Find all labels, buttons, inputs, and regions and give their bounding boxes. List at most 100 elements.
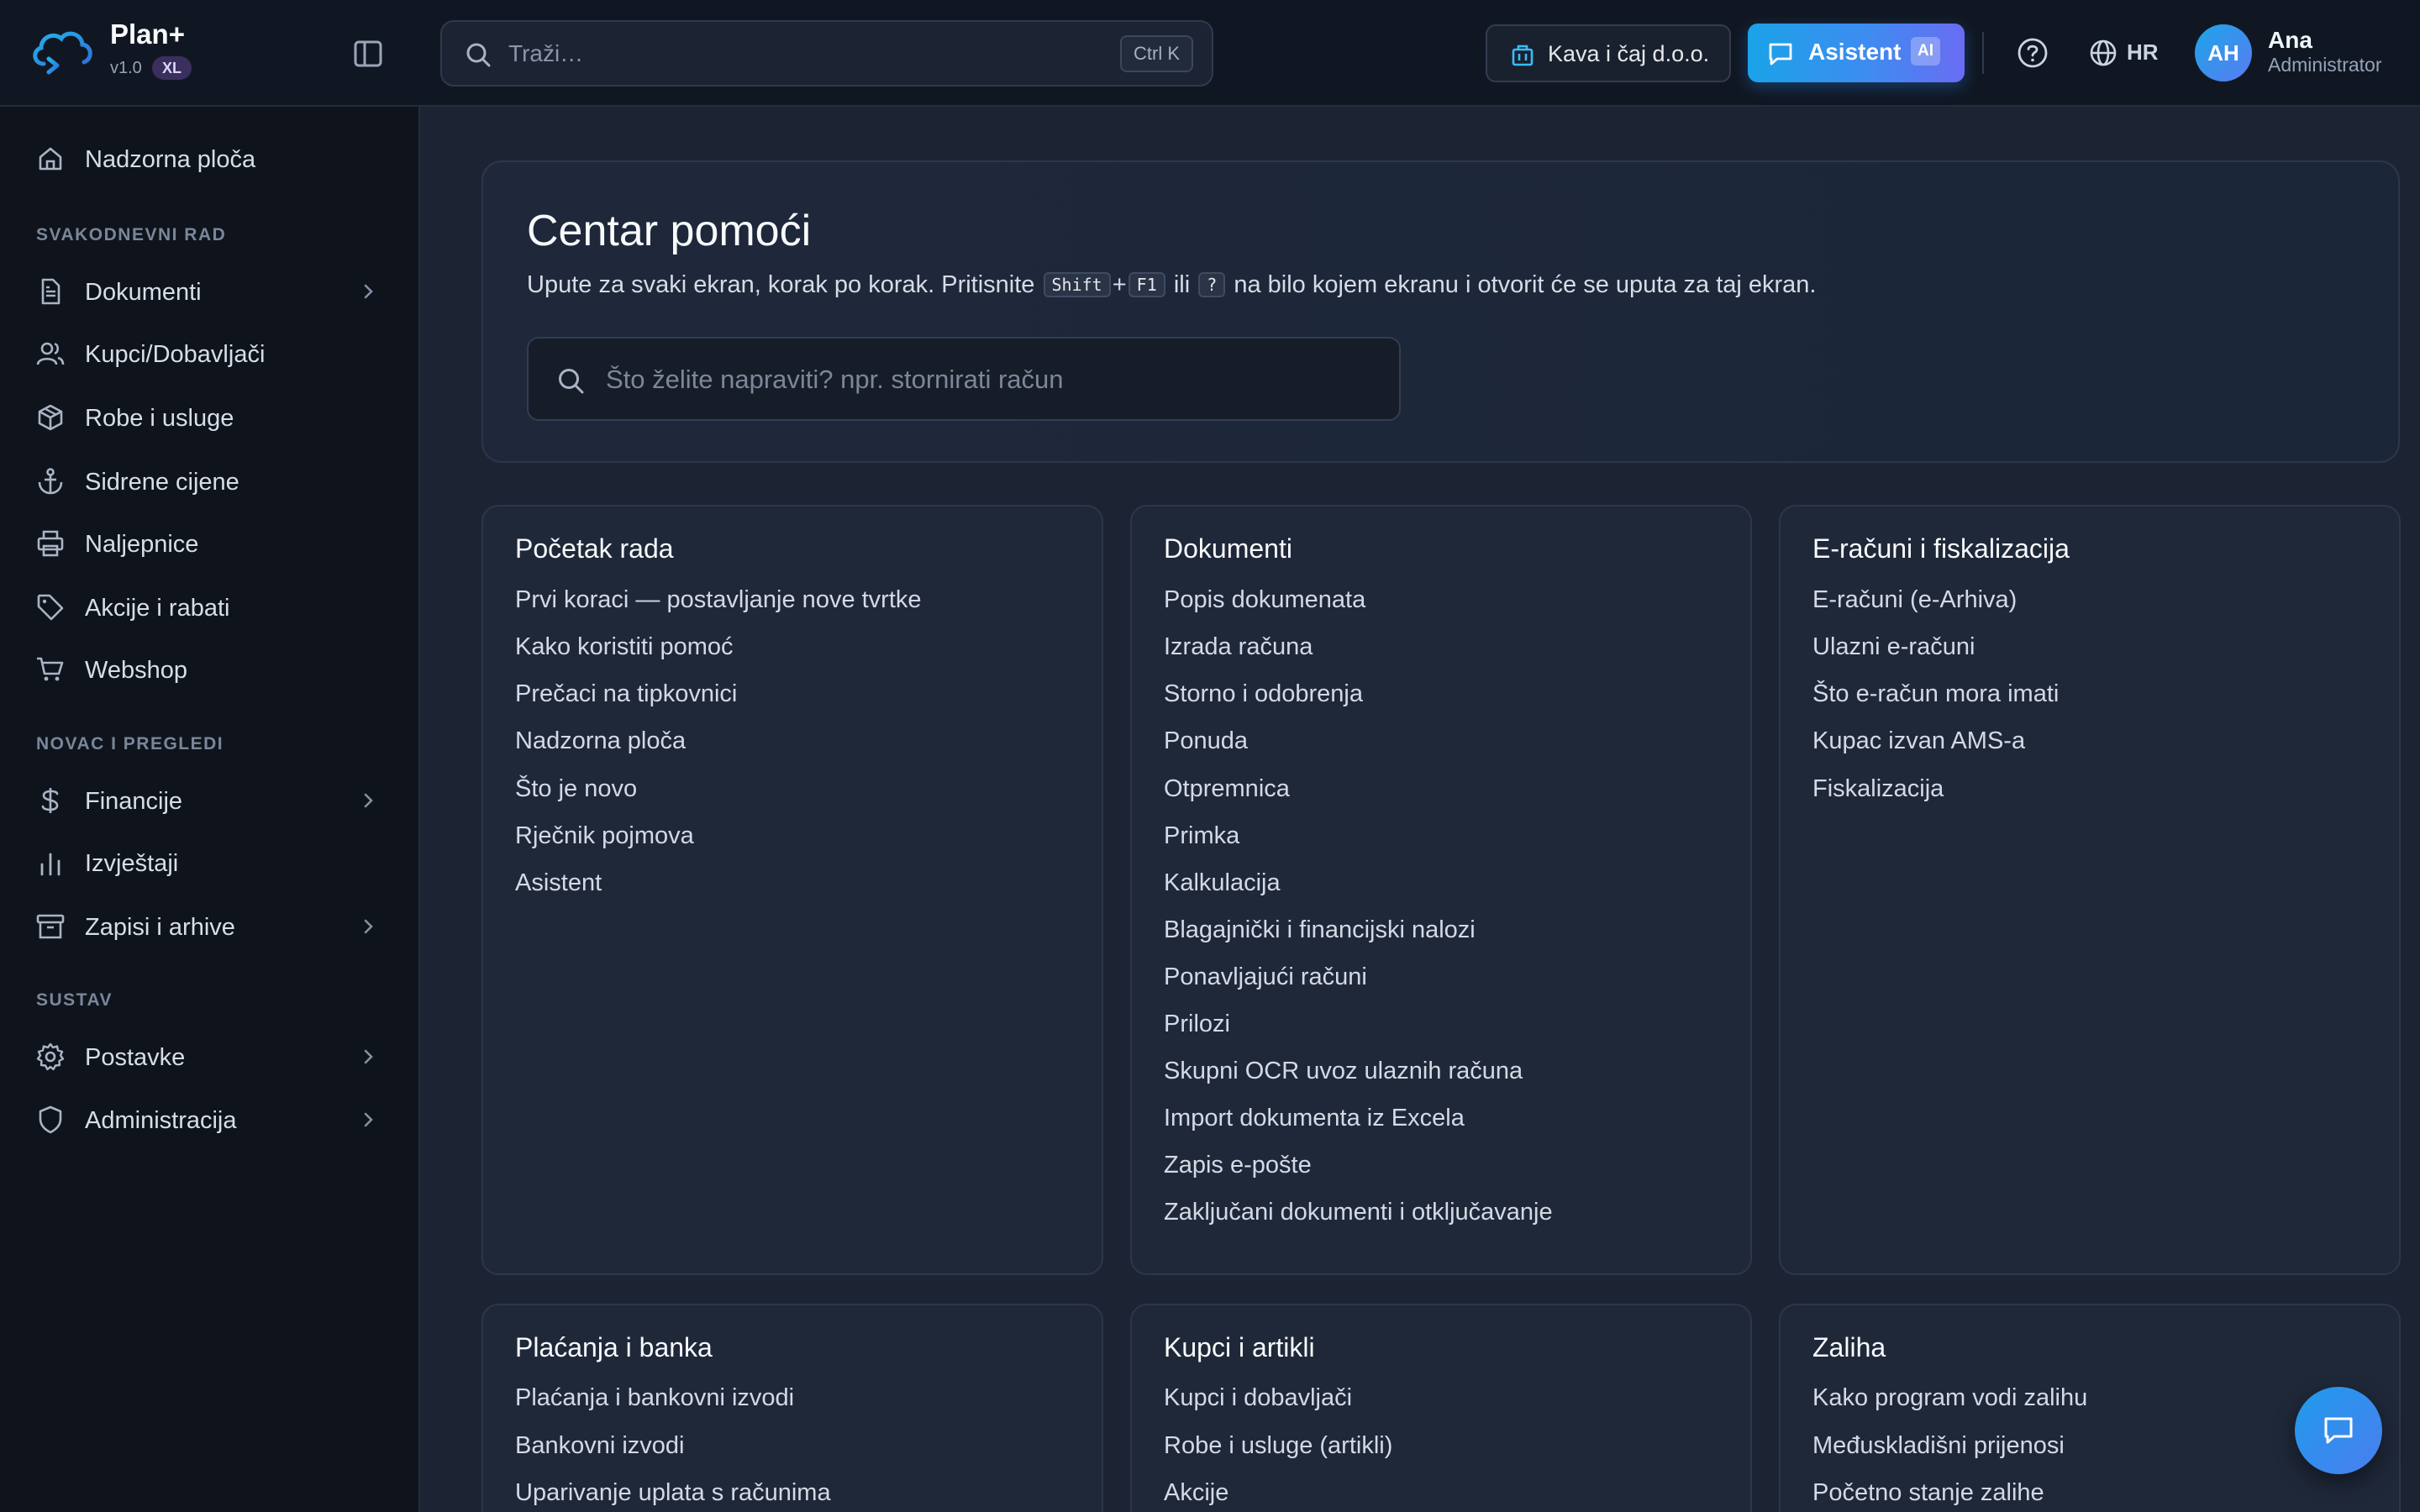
- subtitle-or: ili: [1173, 270, 1191, 298]
- tag-icon: [37, 594, 64, 621]
- help-link[interactable]: Ponavljajući računi: [1164, 963, 1367, 991]
- help-link[interactable]: Fiskalizacija: [1812, 775, 1944, 803]
- chat-icon: [1769, 43, 1792, 66]
- sidebar-item-customers-suppliers[interactable]: Kupci/Dobavljači: [20, 327, 390, 381]
- search-shortcut-hint: Ctrl K: [1120, 35, 1193, 72]
- sidebar-item-records-archives[interactable]: Zapisi i arhive: [20, 900, 390, 953]
- card-title: Plaćanja i banka: [515, 1332, 713, 1362]
- help-link[interactable]: Što e-račun mora imati: [1812, 680, 2059, 708]
- help-link[interactable]: Plaćanja i bankovni izvodi: [515, 1384, 794, 1412]
- sidebar-item-label: Webshop: [85, 657, 187, 684]
- chevron-right-icon: [364, 1049, 373, 1064]
- help-link[interactable]: Ulazni e-računi: [1812, 633, 1975, 661]
- cart-icon: [37, 657, 64, 681]
- help-link[interactable]: Što je novo: [515, 775, 637, 803]
- sidebar-item-label: Sidrene cijene: [85, 469, 239, 496]
- cloud-logo-icon: [33, 31, 92, 75]
- globe-icon: [2090, 39, 2117, 66]
- help-link[interactable]: Storno i odobrenja: [1164, 680, 1363, 708]
- help-link[interactable]: Asistent: [515, 869, 602, 897]
- help-link[interactable]: Nadzorna ploča: [515, 727, 686, 755]
- help-link[interactable]: E-računi (e-Arhiva): [1812, 586, 2017, 614]
- help-link[interactable]: Skupni OCR uvoz ulaznih računa: [1164, 1058, 1523, 1085]
- plan-badge: XL: [152, 56, 192, 80]
- top-bar: Plan+ v1.0 XL Traži… Ctrl K Kava i čaj d…: [0, 0, 2420, 107]
- search-icon: [466, 43, 491, 67]
- avatar[interactable]: AH: [2195, 24, 2252, 81]
- help-link[interactable]: Zaključani dokumenti i otključavanje: [1164, 1199, 1553, 1226]
- sidebar-section-title: SVAKODNEVNI RAD: [36, 225, 227, 244]
- help-link[interactable]: Otpremnica: [1164, 775, 1290, 803]
- sidebar-item-label: Nadzorna ploča: [85, 146, 256, 173]
- sidebar-item-label: Postavke: [85, 1044, 186, 1071]
- header-divider: [1982, 32, 1984, 74]
- help-link[interactable]: Kako program vodi zalihu: [1812, 1384, 2087, 1412]
- help-card-einvoices-fiscalization: E-računi i fiskalizacija E-računi (e-Arh…: [1779, 505, 2401, 1275]
- help-link[interactable]: Međuskladišni prijenosi: [1812, 1432, 2065, 1460]
- global-search-input[interactable]: Traži… Ctrl K: [440, 20, 1213, 87]
- users-icon: [36, 342, 65, 365]
- help-link[interactable]: Primka: [1164, 822, 1239, 850]
- home-icon: [39, 147, 62, 171]
- help-link[interactable]: Izrada računa: [1164, 633, 1313, 661]
- help-card-getting-started: Početak rada Prvi koraci — postavljanje …: [481, 505, 1103, 1275]
- sidebar: Nadzorna ploča SVAKODNEVNI RAD Dokumenti…: [0, 107, 420, 1512]
- company-switcher-button[interactable]: Kava i čaj d.o.o.: [1486, 24, 1731, 82]
- sidebar-toggle-icon[interactable]: [351, 37, 385, 71]
- card-title: Kupci i artikli: [1164, 1332, 1315, 1362]
- sidebar-item-anchor-prices[interactable]: Sidrene cijene: [20, 454, 390, 508]
- help-link[interactable]: Ponuda: [1164, 727, 1248, 755]
- help-link[interactable]: Popis dokumenata: [1164, 586, 1365, 614]
- chat-fab-button[interactable]: [2295, 1387, 2382, 1474]
- sidebar-item-webshop[interactable]: Webshop: [20, 643, 390, 696]
- help-link[interactable]: Bankovni izvodi: [515, 1432, 685, 1460]
- page-subtitle: Upute za svaki ekran, korak po korak. Pr…: [527, 270, 1816, 299]
- help-link[interactable]: Kako koristiti pomoć: [515, 633, 734, 661]
- help-link[interactable]: Prilozi: [1164, 1011, 1230, 1038]
- help-link[interactable]: Uparivanje uplata s računima: [515, 1479, 831, 1507]
- chevron-right-icon: [364, 1112, 373, 1127]
- help-card-payments-bank: Plaćanja i banka Plaćanja i bankovni izv…: [481, 1304, 1103, 1512]
- card-title: Dokumenti: [1164, 533, 1292, 564]
- user-name: Ana: [2268, 27, 2312, 53]
- user-role: Administrator: [2268, 54, 2382, 76]
- app-name: Plan+: [110, 18, 185, 50]
- help-link[interactable]: Kupci i dobavljači: [1164, 1384, 1352, 1412]
- help-link[interactable]: Blagajnički i financijski nalozi: [1164, 916, 1476, 944]
- help-card-documents: Dokumenti Popis dokumenata Izrada računa…: [1130, 505, 1752, 1275]
- search-placeholder: Traži…: [508, 40, 584, 66]
- sidebar-item-dashboard[interactable]: Nadzorna ploča: [20, 132, 390, 186]
- card-title: Početak rada: [515, 533, 674, 564]
- help-link[interactable]: Zapis e-pošte: [1164, 1152, 1312, 1179]
- sidebar-item-documents[interactable]: Dokumenti: [20, 265, 390, 318]
- subtitle-text-before: Upute za svaki ekran, korak po korak. Pr…: [527, 270, 1035, 298]
- card-title: E-računi i fiskalizacija: [1812, 533, 2070, 564]
- help-link[interactable]: Prečaci na tipkovnici: [515, 680, 737, 708]
- assistant-button[interactable]: Asistent AI: [1748, 24, 1965, 82]
- help-search-input[interactable]: Što želite napraviti? npr. stornirati ra…: [527, 337, 1401, 421]
- subtitle-text-after: na bilo kojem ekranu i otvorit će se upu…: [1234, 270, 1817, 298]
- card-title: Zaliha: [1812, 1332, 1886, 1362]
- shield-icon: [39, 1105, 62, 1134]
- help-link[interactable]: Početno stanje zalihe: [1812, 1479, 2044, 1507]
- help-link[interactable]: Kalkulacija: [1164, 869, 1281, 897]
- help-link[interactable]: Import dokumenta iz Excela: [1164, 1105, 1465, 1132]
- help-link[interactable]: Akcije: [1164, 1479, 1228, 1507]
- help-link[interactable]: Kupac izvan AMS-a: [1812, 727, 2025, 755]
- printer-icon: [37, 530, 64, 557]
- help-link[interactable]: Robe i usluge (artikli): [1164, 1432, 1392, 1460]
- help-link[interactable]: Rječnik pojmova: [515, 822, 694, 850]
- sidebar-item-reports[interactable]: Izvještaji: [20, 836, 390, 890]
- sidebar-item-goods-services[interactable]: Robe i usluge: [20, 391, 390, 444]
- sidebar-item-finance[interactable]: Financije: [20, 774, 390, 827]
- sidebar-item-label: Zapisi i arhive: [85, 914, 235, 941]
- sidebar-item-administration[interactable]: Administracija: [20, 1093, 390, 1147]
- help-icon[interactable]: [2016, 36, 2049, 70]
- sidebar-item-label: Akcije i rabati: [85, 595, 230, 622]
- sidebar-item-promotions[interactable]: Akcije i rabati: [20, 580, 390, 634]
- sidebar-item-labels[interactable]: Naljepnice: [20, 517, 390, 570]
- help-link[interactable]: Prvi koraci — postavljanje nove tvrtke: [515, 586, 922, 614]
- help-card-customers-items: Kupci i artikli Kupci i dobavljači Robe …: [1130, 1304, 1752, 1512]
- gear-icon: [36, 1042, 65, 1071]
- sidebar-item-settings[interactable]: Postavke: [20, 1030, 390, 1084]
